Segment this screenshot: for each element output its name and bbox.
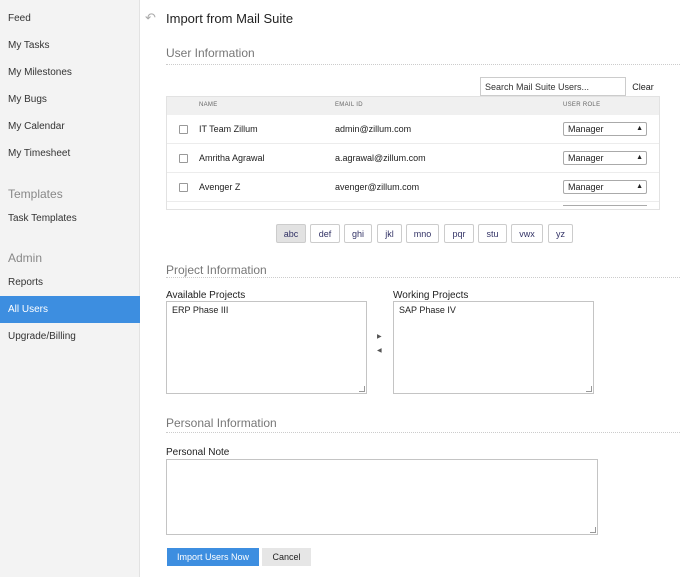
sidebar-item-feed[interactable]: Feed [0,5,140,32]
sidebar-header-admin: Admin [8,251,43,265]
back-arrow-icon[interactable]: ↶ [145,10,156,26]
available-projects-label: Available Projects [166,290,246,301]
working-projects-list[interactable]: SAP Phase IV [393,301,594,394]
sidebar-item-all-users[interactable]: All Users [0,296,140,323]
divider [166,64,680,65]
section-title-user-info: User Information [166,46,255,60]
user-name: IT Team Zillum [199,124,258,134]
main-content: ↶ Import from Mail Suite User Informatio… [141,0,680,577]
import-users-button[interactable]: Import Users Now [167,548,259,566]
alpha-button-stu[interactable]: stu [478,224,507,243]
column-header-name: NAME [199,102,218,108]
sidebar-item-my-timesheet[interactable]: My Timesheet [0,140,140,167]
select-arrows-icon: ▲︎ [636,125,643,132]
working-projects-label: Working Projects [393,290,469,301]
resize-handle-icon[interactable] [359,386,365,392]
resize-handle-icon[interactable] [590,527,596,533]
divider [166,277,680,278]
move-right-icon[interactable]: ▶ [377,333,382,340]
table-header: NAME EMAIL ID USER ROLE [167,97,659,115]
column-header-role: USER ROLE [563,102,601,108]
list-item[interactable]: ERP Phase III [172,305,228,315]
user-role-select[interactable]: Manager ▲︎ [563,151,647,165]
clear-button[interactable]: Clear [627,77,659,96]
user-role-select[interactable]: Manager ▲︎ [563,180,647,194]
section-title-project-info: Project Information [166,263,267,277]
alpha-button-mno[interactable]: mno [406,224,439,243]
table-row [167,202,659,209]
list-item[interactable]: SAP Phase IV [399,305,456,315]
user-role-select[interactable] [563,205,647,209]
sidebar-header-templates: Templates [8,187,63,201]
user-email: a.agrawal@zillum.com [335,153,426,163]
user-role-value: Manager [568,153,604,163]
cancel-button[interactable]: Cancel [262,548,311,566]
row-checkbox[interactable] [179,125,188,134]
section-title-personal-info: Personal Information [166,416,277,430]
sidebar-item-upgrade-billing[interactable]: Upgrade/Billing [0,323,140,350]
select-arrows-icon: ▲︎ [636,183,643,190]
page-title: Import from Mail Suite [166,11,294,26]
user-role-value: Manager [568,124,604,134]
divider [166,432,680,433]
available-projects-list[interactable]: ERP Phase III [166,301,367,394]
move-left-icon[interactable]: ◀ [377,347,382,354]
personal-note-label: Personal Note [166,447,230,458]
alpha-button-jkl[interactable]: jkl [377,224,402,243]
alpha-button-vwx[interactable]: vwx [511,224,543,243]
user-email: avenger@zillum.com [335,182,420,192]
user-name: Amritha Agrawal [199,153,265,163]
resize-handle-icon[interactable] [586,386,592,392]
users-table: NAME EMAIL ID USER ROLE IT Team Zillum a… [166,96,660,210]
personal-note-textarea[interactable] [166,459,598,535]
user-name: Avenger Z [199,182,241,192]
sidebar-item-reports[interactable]: Reports [0,269,140,296]
alpha-button-def[interactable]: def [310,224,340,243]
sidebar-item-my-tasks[interactable]: My Tasks [0,32,140,59]
table-row: Amritha Agrawal a.agrawal@zillum.com Man… [167,144,659,173]
search-users-input[interactable] [480,77,626,96]
column-header-email: EMAIL ID [335,102,363,108]
user-email: admin@zillum.com [335,124,412,134]
sidebar-item-task-templates[interactable]: Task Templates [0,205,140,232]
row-checkbox[interactable] [179,154,188,163]
user-role-value: Manager [568,182,604,192]
table-row: IT Team Zillum admin@zillum.com Manager … [167,115,659,144]
sidebar-item-my-bugs[interactable]: My Bugs [0,86,140,113]
alpha-button-abc[interactable]: abc [276,224,306,243]
alpha-button-pqr[interactable]: pqr [444,224,474,243]
sidebar-item-my-calendar[interactable]: My Calendar [0,113,140,140]
alpha-button-yz[interactable]: yz [548,224,573,243]
alpha-button-ghi[interactable]: ghi [344,224,372,243]
table-row: Avenger Z avenger@zillum.com Manager ▲︎ [167,173,659,202]
user-role-select[interactable]: Manager ▲︎ [563,122,647,136]
sidebar-item-my-milestones[interactable]: My Milestones [0,59,140,86]
row-checkbox[interactable] [179,183,188,192]
sidebar: Feed My Tasks My Milestones My Bugs My C… [0,0,140,577]
select-arrows-icon: ▲︎ [636,154,643,161]
